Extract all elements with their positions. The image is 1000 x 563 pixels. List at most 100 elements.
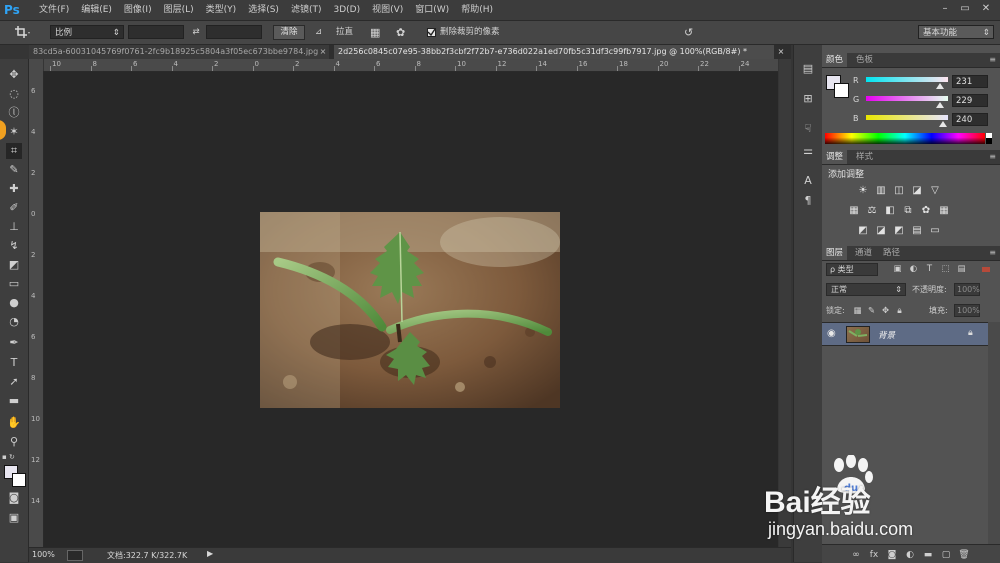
filter-smart-object-icon[interactable]: ▤ [956,264,967,275]
filter-shape-icon[interactable]: ⬚ [940,264,951,275]
brightness-contrast-icon[interactable]: ☀ [857,185,869,196]
minimize-button[interactable]: – [938,2,952,16]
tab-document-1[interactable]: 83cd5a-60031045769f0761-2fc9b18925c5804a… [29,45,329,59]
lock-transparent-icon[interactable]: ▦ [852,306,863,317]
vibrance-icon[interactable]: ▽ [929,185,941,196]
blend-mode-select[interactable]: 正常 ⇕ [826,283,906,296]
levels-icon[interactable]: ▥ [875,185,887,196]
blur-tool-icon[interactable]: ● [6,295,22,311]
tab-paths[interactable]: 路径 [879,246,904,260]
pen-tool-icon[interactable]: ✒ [6,335,22,351]
eye-icon[interactable]: ◉ [827,328,836,339]
filter-toggle[interactable] [982,267,990,272]
menu-image[interactable]: 图像(I) [118,0,158,20]
magic-wand-tool-icon[interactable]: ✶ [6,124,22,140]
crop-tool-preset[interactable] [14,24,32,40]
curves-icon[interactable]: ◫ [893,185,905,196]
lock-all-icon[interactable]: 🔒︎ [894,306,905,317]
invert-icon[interactable]: ◩ [857,225,869,236]
delete-cropped-label[interactable]: 删除裁剪的像素 [440,25,500,40]
ruler-origin[interactable] [29,59,43,71]
posterize-icon[interactable]: ◪ [875,225,887,236]
tab-styles[interactable]: 样式 [852,150,877,164]
panel-menu-icon[interactable]: ≡ [989,150,996,164]
restore-button[interactable]: ▭ [958,2,972,16]
layer-mask-icon[interactable]: ◙ [885,549,899,561]
menu-help[interactable]: 帮助(H) [455,0,499,20]
lock-image-icon[interactable]: ✎ [866,306,877,317]
link-layers-icon[interactable]: ∞ [849,549,863,561]
grid-overlay-icon[interactable]: ▦ [370,25,384,40]
menu-filter[interactable]: 滤镜(T) [285,0,328,20]
layer-row[interactable]: ◉ 背景 🔒︎ [822,322,988,346]
clone-stamp-tool-icon[interactable]: ⊥ [6,219,22,235]
hue-saturation-icon[interactable]: ▦ [848,205,860,216]
menu-layer[interactable]: 图层(L) [158,0,200,20]
channel-g-value[interactable]: 229 [952,94,988,107]
lasso-tool-icon[interactable]: ⓛ [6,105,22,121]
layer-name[interactable]: 背景 [878,329,895,341]
menu-window[interactable]: 窗口(W) [409,0,455,20]
exposure-icon[interactable]: ◪ [911,185,923,196]
delete-cropped-checkbox[interactable] [427,28,436,37]
reset-icon[interactable]: ↺ [684,25,698,40]
channel-r-slider[interactable] [866,77,948,82]
character-panel-icon[interactable]: A [800,173,816,189]
menu-type[interactable]: 类型(Y) [200,0,243,20]
crop-tool-icon[interactable]: ⌗ [6,143,22,159]
path-selection-tool-icon[interactable]: ➚ [6,374,22,390]
swap-icon[interactable]: ⇄ [190,25,202,40]
channel-r-value[interactable]: 231 [952,75,988,88]
black-white-icon[interactable]: ◧ [884,205,896,216]
zoom-tool-icon[interactable]: ⚲ [6,434,22,450]
filter-type-icon[interactable]: T [924,264,935,275]
lock-position-icon[interactable]: ✥ [880,306,891,317]
tool-presets-icon[interactable]: ☟ [800,121,816,137]
layer-filter-select[interactable]: ρ 类型 [826,263,878,276]
channel-mixer-icon[interactable]: ✿ [920,205,932,216]
default-colors-icon[interactable]: ▪ ↻ [2,453,24,461]
channel-b-slider[interactable] [866,115,948,120]
photo-filter-icon[interactable]: ⧉ [902,205,914,216]
rectangle-tool-icon[interactable]: ▬ [6,393,22,409]
dodge-tool-icon[interactable]: ◔ [6,314,22,330]
properties-panel-icon[interactable]: ⊞ [800,91,816,107]
menu-edit[interactable]: 编辑(E) [75,0,118,20]
workspace-select[interactable]: 基本功能 ⇕ [918,25,994,39]
layer-style-icon[interactable]: fx [867,549,881,561]
brush-settings-icon[interactable]: ⚌ [800,143,816,159]
tab-document-2[interactable]: 2d256c0845c07e95-38bb2f3cbf2f72b7-e736d0… [334,45,774,59]
menu-select[interactable]: 选择(S) [242,0,285,20]
layers-scrollbar[interactable] [988,322,1000,544]
fill-input[interactable]: 100% [954,304,980,317]
color-lookup-icon[interactable]: ▦ [938,205,950,216]
document-image[interactable] [260,212,560,408]
hand-tool-icon[interactable]: ✋ [6,415,22,431]
channel-b-value[interactable]: 240 [952,113,988,126]
menu-file[interactable]: 文件(F) [33,0,75,20]
straighten-icon[interactable]: ⊿ [315,25,329,40]
healing-brush-tool-icon[interactable]: ✚ [6,181,22,197]
channel-g-thumb[interactable] [935,102,944,108]
threshold-icon[interactable]: ◩ [893,225,905,236]
quick-mask-icon[interactable]: ◙ [6,490,22,506]
opacity-input[interactable]: 100% [954,283,980,296]
gradient-map-icon[interactable]: ▤ [911,225,923,236]
brush-tool-icon[interactable]: ✐ [6,200,22,216]
zoom-level[interactable]: 100% [32,550,55,559]
color-spectrum-bar[interactable] [825,133,985,144]
close-tab-icon[interactable]: × [318,47,328,57]
status-menu-arrow-icon[interactable]: ▶ [207,549,213,558]
close-tab-icon[interactable]: × [776,47,786,57]
filter-pixel-icon[interactable]: ▣ [892,264,903,275]
gear-icon[interactable]: ✿ [396,25,410,40]
type-tool-icon[interactable]: T [6,355,22,371]
panel-menu-icon[interactable]: ≡ [989,53,996,67]
panel-menu-icon[interactable]: ≡ [989,246,996,260]
paragraph-panel-icon[interactable]: ¶ [800,193,816,209]
delete-layer-icon[interactable]: 🗑︎ [957,549,971,561]
new-adjustment-layer-icon[interactable]: ◐ [903,549,917,561]
tab-layers[interactable]: 图层 [822,246,848,260]
selective-color-icon[interactable]: ▭ [929,225,941,236]
tab-swatches[interactable]: 色板 [852,53,877,67]
